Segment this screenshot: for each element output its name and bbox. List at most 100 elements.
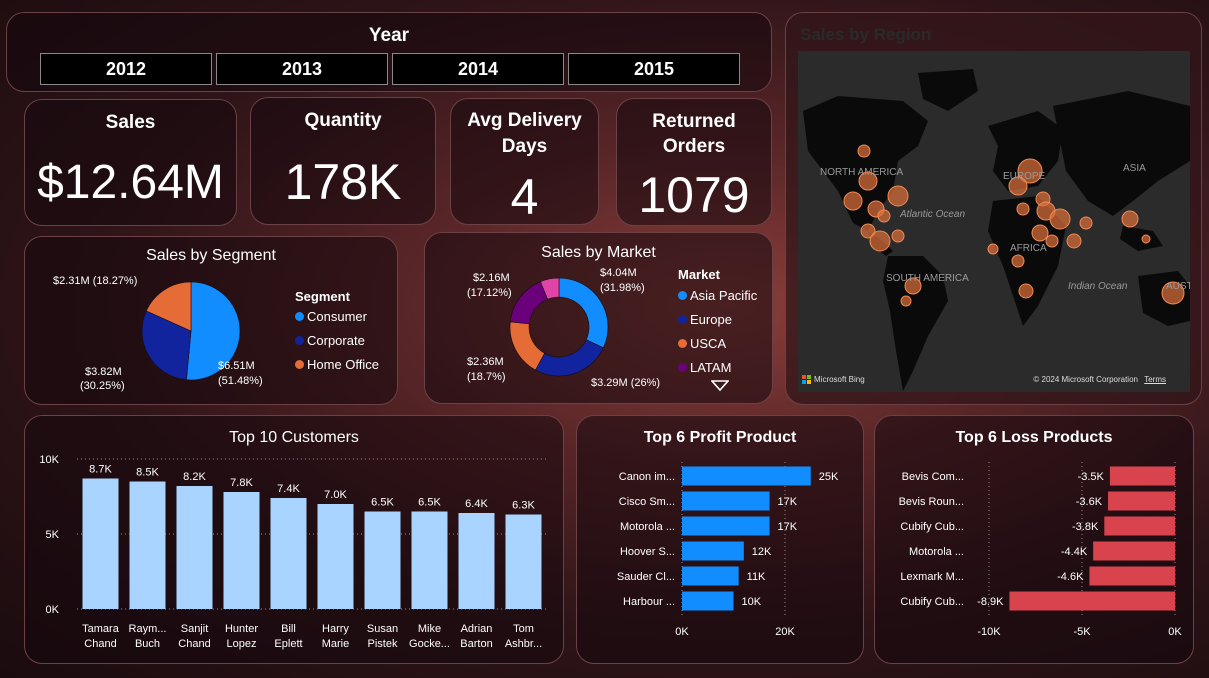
x-tick-label: Sanjit [181, 623, 209, 635]
customer-bar[interactable] [317, 504, 354, 609]
y-tick-label: Hoover S... [620, 546, 675, 558]
legend-europe[interactable]: Europe [678, 312, 732, 327]
product-bar[interactable] [1104, 516, 1175, 536]
bar-data-label: 17K [778, 521, 798, 533]
year-2015-button[interactable]: 2015 [568, 53, 740, 85]
product-bar[interactable] [1108, 491, 1175, 511]
customer-bar[interactable] [270, 498, 307, 609]
legend-latam[interactable]: LATAM [678, 360, 731, 375]
customer-bar[interactable] [176, 486, 213, 609]
x-tick-label: Pistek [368, 638, 398, 650]
product-bar[interactable] [682, 491, 770, 511]
legend-corporate[interactable]: Corporate [295, 333, 365, 348]
market-legend-title: Market [678, 267, 720, 282]
bar-data-label: 25K [819, 471, 839, 483]
product-bar[interactable] [682, 541, 744, 561]
customer-bar[interactable] [129, 481, 166, 610]
product-bar[interactable] [682, 466, 811, 486]
bar-data-label: 6.4K [465, 498, 488, 510]
product-bar[interactable] [682, 566, 739, 586]
legend-usca[interactable]: USCA [678, 336, 726, 351]
x-tick-label: Buch [135, 638, 160, 650]
map-bubble[interactable] [857, 144, 871, 158]
corporate-dot-icon [295, 336, 304, 345]
map-bubble[interactable] [1018, 283, 1034, 299]
map-bubble[interactable] [1031, 224, 1049, 242]
map-bubble[interactable] [1066, 233, 1082, 249]
segment-label-corporate-value: $3.82M [85, 366, 122, 378]
product-bar[interactable] [1089, 566, 1175, 586]
segment-label-consumer-value: $6.51M [218, 360, 255, 372]
map-bubble[interactable] [891, 229, 905, 243]
market-label-europe: $3.29M (26%) [591, 377, 661, 389]
map-bubble[interactable] [1016, 202, 1030, 216]
map-bubble[interactable] [1121, 210, 1139, 228]
map-bubble[interactable] [869, 230, 891, 252]
y-tick-label: Cubify Cub... [900, 521, 964, 533]
legend-scroll-down-icon[interactable] [711, 380, 729, 392]
customer-bar[interactable] [364, 511, 401, 610]
map-bubble[interactable] [1045, 234, 1059, 248]
x-tick-label: 20K [775, 626, 795, 638]
legend-home-office[interactable]: Home Office [295, 357, 379, 372]
y-tick-label: Sauder Cl... [617, 571, 675, 583]
top-loss-card: Top 6 Loss Products -10K -5K 0K Bevis Com..… [874, 415, 1194, 664]
asia-pacific-dot-icon [678, 291, 687, 300]
x-tick-label: Susan [367, 623, 398, 635]
product-bar[interactable] [1093, 541, 1175, 561]
customer-bar[interactable] [82, 478, 119, 610]
pie-slice[interactable] [535, 339, 604, 377]
bar-data-label: 12K [752, 546, 772, 558]
customer-bar[interactable] [411, 511, 448, 610]
map-bubble[interactable] [1141, 234, 1151, 244]
market-donut[interactable] [509, 277, 609, 377]
map-title: Sales by Region [800, 25, 932, 44]
product-bar[interactable] [682, 591, 734, 611]
pie-slice[interactable] [509, 321, 545, 371]
quantity-kpi-title: Quantity [304, 110, 382, 131]
returned-orders-kpi-value: 1079 [638, 167, 750, 223]
legend-consumer[interactable]: Consumer [295, 309, 367, 324]
year-2013-button[interactable]: 2013 [216, 53, 388, 85]
x-tick-label: Gocke... [409, 638, 450, 650]
map-bubble[interactable] [887, 185, 909, 207]
year-2014-button[interactable]: 2014 [392, 53, 564, 85]
product-bar[interactable] [1109, 466, 1175, 486]
africa-label: AFRICA [1010, 243, 1047, 254]
x-tick-label: Mike [418, 623, 441, 635]
map-bubble[interactable] [843, 191, 863, 211]
year-2012-button[interactable]: 2012 [40, 53, 212, 85]
segment-label-home-office: $2.31M (18.27%) [53, 275, 138, 287]
product-bar[interactable] [1009, 591, 1175, 611]
customer-bar[interactable] [458, 513, 495, 609]
home-office-dot-icon [295, 360, 304, 369]
region-map[interactable]: NORTH AMERICA Atlantic Ocean EUROPE ASIA… [798, 51, 1190, 392]
x-tick-label: Chand [178, 638, 210, 650]
market-label-asia-value: $4.04M [600, 267, 637, 279]
map-bubble[interactable] [877, 209, 891, 223]
customer-bar[interactable] [223, 492, 260, 609]
market-label-usca-value: $2.36M [467, 356, 504, 368]
y-tick-label: Motorola ... [620, 521, 675, 533]
map-bubble[interactable] [1079, 216, 1093, 230]
map-bubble[interactable] [1011, 254, 1025, 268]
y-tick-label: 0K [46, 604, 60, 616]
x-tick-label: Chand [84, 638, 116, 650]
indian-label: Indian Ocean [1068, 281, 1128, 292]
bar-data-label: 7.8K [230, 477, 253, 489]
customer-bar[interactable] [505, 514, 542, 610]
bar-data-label: 8.5K [136, 467, 159, 479]
atlantic-label: Atlantic Ocean [899, 209, 965, 220]
bar-data-label: 8.2K [183, 471, 206, 483]
market-label-asia-pct: (31.98%) [600, 282, 645, 294]
legend-asia-pacific[interactable]: Asia Pacific [678, 288, 757, 303]
y-tick-label: Harbour ... [623, 596, 675, 608]
map-bubble[interactable] [987, 243, 999, 255]
terms-link[interactable]: Terms [1144, 375, 1166, 384]
map-bubble[interactable] [900, 295, 912, 307]
product-bar[interactable] [682, 516, 770, 536]
bar-data-label: 8.7K [89, 464, 112, 476]
pie-slice[interactable] [509, 281, 548, 325]
bar-data-label: -4.6K [1057, 571, 1084, 583]
map-bubble[interactable] [1049, 208, 1071, 230]
